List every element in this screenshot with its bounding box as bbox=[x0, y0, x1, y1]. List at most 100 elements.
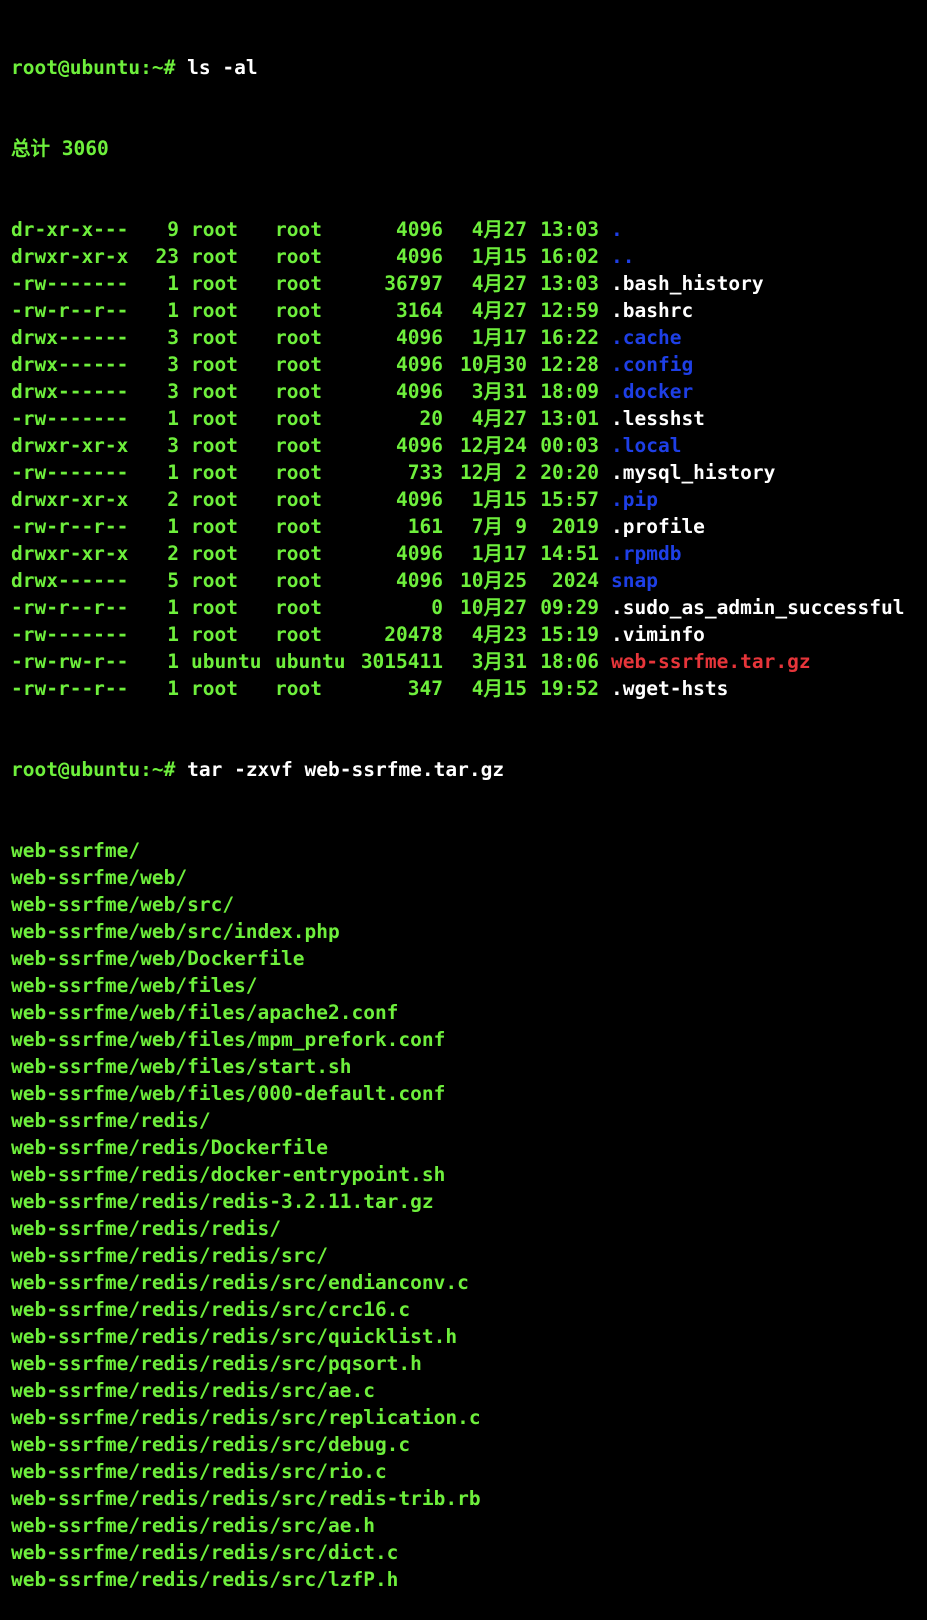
links-column: 1 bbox=[167, 299, 179, 322]
filename: .docker bbox=[611, 380, 694, 403]
extracted-path: web-ssrfme/redis/redis/src/ bbox=[11, 1244, 328, 1267]
extracted-path: web-ssrfme/redis/redis/src/dict.c bbox=[11, 1541, 399, 1564]
filename: .pip bbox=[611, 488, 658, 511]
perm-column: -rw-r--r-- bbox=[11, 596, 129, 619]
filename: .bashrc bbox=[611, 299, 694, 322]
filename: .wget-hsts bbox=[611, 677, 729, 700]
day-column: 24 bbox=[503, 434, 527, 457]
size-column: 20478 bbox=[384, 623, 443, 646]
links-column: 3 bbox=[167, 326, 179, 349]
command-text: ls -al bbox=[175, 56, 258, 79]
owner-column: root bbox=[191, 245, 238, 268]
day-column: 31 bbox=[503, 380, 527, 403]
time-column: 20:20 bbox=[540, 461, 599, 484]
group-column: root bbox=[275, 353, 322, 376]
time-column: 13:03 bbox=[540, 272, 599, 295]
owner-column: root bbox=[191, 326, 238, 349]
command-line-tar: root@ubuntu:~# tar -zxvf web-ssrfme.tar.… bbox=[11, 756, 923, 783]
links-column: 2 bbox=[167, 542, 179, 565]
day-column: 15 bbox=[503, 677, 527, 700]
links-column: 23 bbox=[155, 245, 179, 268]
extracted-path: web-ssrfme/redis/redis/src/replication.c bbox=[11, 1406, 481, 1429]
time-column: 00:03 bbox=[540, 434, 599, 457]
day-column: 17 bbox=[503, 326, 527, 349]
owner-column: root bbox=[191, 677, 238, 700]
links-column: 3 bbox=[167, 380, 179, 403]
size-column: 3164 bbox=[396, 299, 443, 322]
extracted-path: web-ssrfme/redis/redis/src/ae.h bbox=[11, 1514, 375, 1537]
owner-column: root bbox=[191, 488, 238, 511]
time-column: 2024 bbox=[552, 569, 599, 592]
extracted-path: web-ssrfme/redis/redis/src/lzfP.h bbox=[11, 1568, 399, 1591]
group-column: root bbox=[275, 434, 322, 457]
owner-column: root bbox=[191, 542, 238, 565]
extracted-path: web-ssrfme/web/src/ bbox=[11, 893, 235, 916]
extracted-path: web-ssrfme/redis/redis/ bbox=[11, 1217, 282, 1240]
group-column: root bbox=[275, 380, 322, 403]
links-column: 9 bbox=[167, 218, 179, 241]
owner-column: ubuntu bbox=[191, 650, 262, 673]
size-column: 0 bbox=[431, 596, 443, 619]
group-column: root bbox=[275, 245, 322, 268]
filename: .rpmdb bbox=[611, 542, 682, 565]
month-column: 12月 bbox=[460, 461, 503, 484]
group-column: root bbox=[275, 488, 322, 511]
listing-row: drwxr-xr-x 23 root root 4096 1月15 16:02.. bbox=[11, 243, 923, 270]
group-column: root bbox=[275, 569, 322, 592]
month-column: 10月 bbox=[460, 569, 503, 592]
links-column: 1 bbox=[167, 515, 179, 538]
size-column: 4096 bbox=[396, 218, 443, 241]
listing-row: dr-xr-x--- 9 root root 4096 4月27 13:03. bbox=[11, 216, 923, 243]
owner-column: root bbox=[191, 299, 238, 322]
month-column: 4月 bbox=[471, 623, 503, 646]
links-column: 1 bbox=[167, 461, 179, 484]
group-column: root bbox=[275, 299, 322, 322]
command-text: tar -zxvf web-ssrfme.tar.gz bbox=[175, 758, 505, 781]
extracted-path: web-ssrfme/redis/redis/src/rio.c bbox=[11, 1460, 387, 1483]
listing-row: -rw-r--r-- 1 root root 3164 4月27 12:59 .bashrc bbox=[11, 297, 923, 324]
day-column: 27 bbox=[503, 407, 527, 430]
owner-column: root bbox=[191, 515, 238, 538]
listing-row: -rw-r--r-- 1 root root 347 4月15 19:52 .wget-hst… bbox=[11, 675, 923, 702]
group-column: root bbox=[275, 407, 322, 430]
day-column: 27 bbox=[503, 272, 527, 295]
month-column: 3月 bbox=[471, 650, 503, 673]
terminal-output[interactable]: root@ubuntu:~# ls -al 总计 3060 dr-xr-x---… bbox=[11, 0, 923, 1620]
links-column: 3 bbox=[167, 434, 179, 457]
day-column: 15 bbox=[503, 488, 527, 511]
listing-row: -rw------- 1 root root 20478 4月23 15:19 .viminf… bbox=[11, 621, 923, 648]
perm-column: drwx------ bbox=[11, 569, 129, 592]
month-column: 4月 bbox=[471, 272, 503, 295]
owner-column: root bbox=[191, 461, 238, 484]
links-column: 3 bbox=[167, 353, 179, 376]
day-column: 23 bbox=[503, 623, 527, 646]
extracted-path: web-ssrfme/redis/redis/src/endianconv.c bbox=[11, 1271, 469, 1294]
perm-column: drwxr-xr-x bbox=[11, 434, 129, 457]
links-column: 1 bbox=[167, 623, 179, 646]
day-column: 27 bbox=[503, 299, 527, 322]
day-column: 25 bbox=[503, 569, 527, 592]
perm-column: drwxr-xr-x bbox=[11, 245, 129, 268]
month-column: 7月 bbox=[471, 515, 503, 538]
group-column: root bbox=[275, 218, 322, 241]
owner-column: root bbox=[191, 380, 238, 403]
time-column: 14:51 bbox=[540, 542, 599, 565]
time-column: 12:59 bbox=[540, 299, 599, 322]
listing-row: drwxr-xr-x 2 root root 4096 1月15 15:57 .pip bbox=[11, 486, 923, 513]
extracted-path: web-ssrfme/redis/redis/src/debug.c bbox=[11, 1433, 411, 1456]
group-column: root bbox=[275, 623, 322, 646]
size-column: 4096 bbox=[396, 569, 443, 592]
perm-column: -rw------- bbox=[11, 623, 129, 646]
filename: .mysql_history bbox=[611, 461, 776, 484]
links-column: 1 bbox=[167, 677, 179, 700]
filename: .profile bbox=[611, 515, 705, 538]
listing-row: drwx------ 3 root root 4096 10月30 12:28 .config bbox=[11, 351, 923, 378]
listing-row: -rw------- 1 root root 36797 4月27 13:03 .bash_h… bbox=[11, 270, 923, 297]
owner-column: root bbox=[191, 569, 238, 592]
time-column: 09:29 bbox=[540, 596, 599, 619]
links-column: 1 bbox=[167, 596, 179, 619]
listing-row: drwx------ 5 root root 4096 10月25 2024 snap bbox=[11, 567, 923, 594]
size-column: 347 bbox=[407, 677, 443, 700]
listing-row: drwx------ 3 root root 4096 3月31 18:09 .docker bbox=[11, 378, 923, 405]
owner-column: root bbox=[191, 218, 238, 241]
